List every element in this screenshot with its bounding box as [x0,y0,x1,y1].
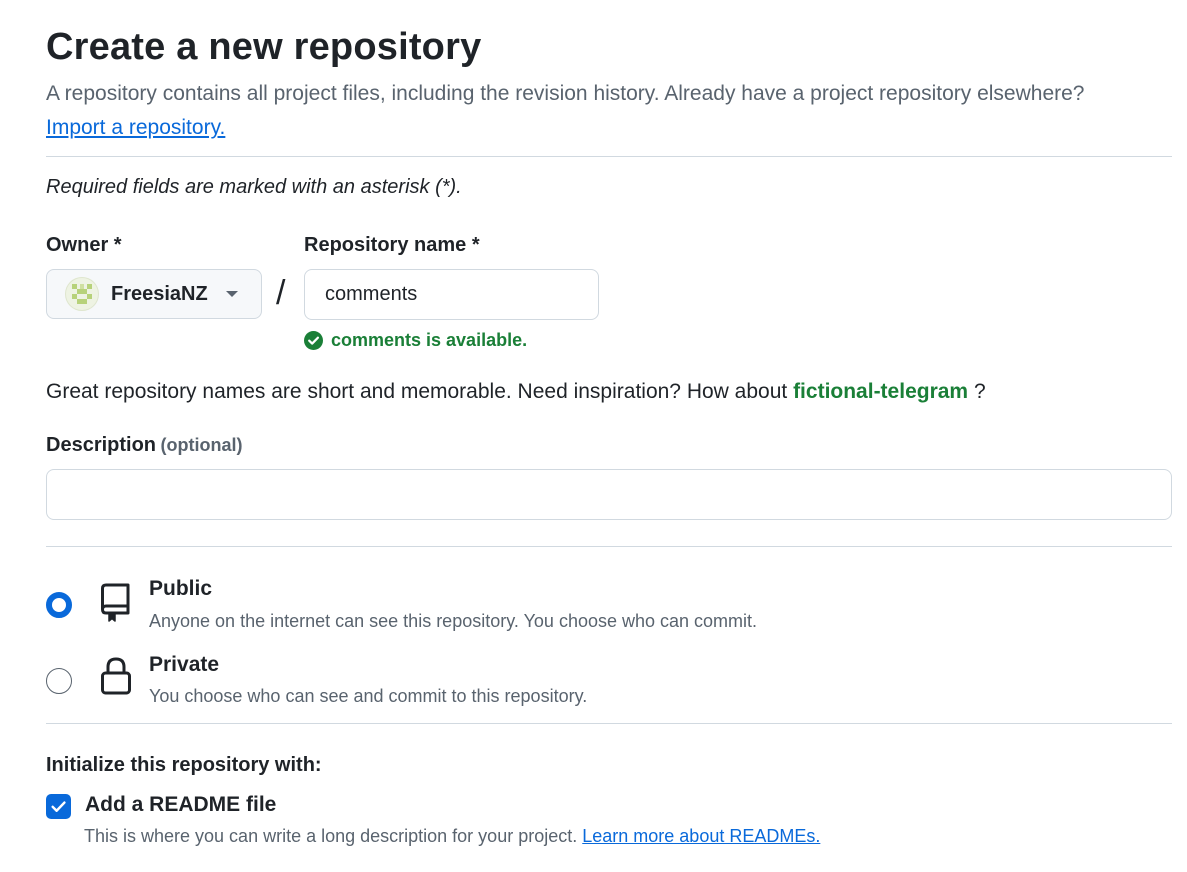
readme-label[interactable]: Add a README file [85,793,276,817]
availability-text: comments is available. [331,330,528,350]
readme-checkbox[interactable] [46,794,71,819]
section-divider [46,546,1172,547]
private-option-description: You choose who can see and commit to thi… [149,686,588,706]
identicon-icon [72,284,92,304]
availability-message: comments is available. [304,330,527,351]
public-radio[interactable] [46,592,72,618]
initialize-heading: Initialize this repository with: [46,754,322,776]
description-input[interactable] [46,469,1172,520]
owner-name: FreesiaNZ [111,282,208,305]
section-divider [46,723,1172,724]
avatar [65,277,99,311]
create-repository-page: Create a new repository A repository con… [0,0,1187,872]
required-fields-note: Required fields are marked with an aster… [46,176,462,198]
check-circle-icon [304,331,323,350]
owner-select-button[interactable]: FreesiaNZ [46,269,262,319]
import-repository-link[interactable]: Import a repository. [46,116,225,140]
inspiration-text: Great repository names are short and mem… [46,380,788,403]
private-radio[interactable] [46,668,72,694]
readme-description: This is where you can write a long descr… [84,826,820,847]
public-option-title: Public [149,577,213,600]
page-subtitle: A repository contains all project files,… [46,82,1085,105]
public-option-description: Anyone on the internet can see this repo… [149,611,758,631]
description-label-row: Description (optional) [46,434,242,457]
private-option-title: Private [149,653,220,676]
chevron-down-icon [225,291,238,297]
owner-repo-separator: / [276,274,286,312]
repo-icon [99,582,133,627]
optional-hint: (optional) [160,435,243,455]
section-divider [46,156,1172,157]
description-label: Description [46,434,157,456]
learn-more-readmes-link[interactable]: Learn more about READMEs. [582,826,820,846]
lock-icon [99,656,133,701]
repository-name-input[interactable] [304,269,599,320]
checkmark-icon [51,801,66,812]
owner-label: Owner * [46,234,122,256]
readme-description-text: This is where you can write a long descr… [84,826,578,846]
inspiration-suffix: ? [973,380,986,403]
name-inspiration: Great repository names are short and mem… [46,380,986,404]
page-title: Create a new repository [46,26,482,68]
repository-name-label: Repository name * [304,234,480,256]
suggested-name-link[interactable]: fictional-telegram [793,380,968,403]
